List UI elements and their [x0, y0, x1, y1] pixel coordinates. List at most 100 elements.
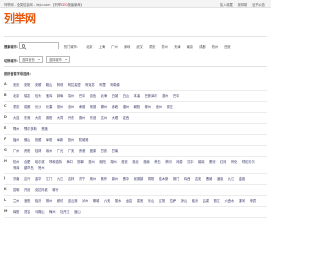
city-link[interactable]: 葫芦岛 [24, 165, 34, 171]
city-link[interactable]: 广元 [57, 148, 63, 154]
city-link[interactable]: 固原 [90, 148, 96, 154]
hot-city-link[interactable]: 西安 [224, 45, 230, 49]
ceo-link[interactable]: CEO [61, 3, 68, 7]
city-link[interactable]: 淮安 [121, 159, 127, 165]
city-link[interactable]: 丽江 [214, 198, 220, 204]
city-link[interactable]: 鞍山 [46, 82, 52, 88]
hot-city-link[interactable]: 北京 [86, 45, 92, 49]
city-link[interactable]: 大庆 [35, 115, 41, 121]
city-link[interactable]: 廊坊 [57, 198, 63, 204]
city-link[interactable]: 酒泉 [217, 176, 223, 182]
city-link[interactable]: 黄石 [154, 159, 160, 165]
city-select[interactable]: 选择城市 [46, 56, 70, 63]
city-link[interactable]: 湖州 [110, 159, 116, 165]
city-link[interactable]: 沧州 [68, 104, 74, 110]
city-link[interactable]: 九江 [57, 176, 63, 182]
city-link[interactable]: 洛阳 [24, 198, 30, 204]
city-link[interactable]: 滨州 [162, 93, 168, 99]
city-link[interactable]: 龙岩 [126, 198, 132, 204]
city-link[interactable]: 达州 [101, 115, 107, 121]
city-link[interactable]: 金华 [35, 176, 41, 182]
city-link[interactable]: 黄冈 [165, 159, 171, 165]
city-link[interactable]: 巴彦淖尔 [145, 93, 158, 99]
city-link[interactable]: 阿里 [99, 82, 105, 88]
city-link[interactable]: 东莞 [24, 115, 30, 121]
city-link[interactable]: 眉山 [74, 209, 80, 215]
city-link[interactable]: 聊城 [93, 198, 99, 204]
city-link[interactable]: 大同 [57, 115, 63, 121]
city-search-input[interactable] [26, 43, 58, 49]
city-link[interactable]: 嘉兴 [24, 176, 30, 182]
city-link[interactable]: 长沙 [35, 104, 41, 110]
city-link[interactable]: 临汾 [192, 198, 198, 204]
city-link[interactable]: 甘孜 [101, 148, 107, 154]
certificate-link[interactable]: 证书公告 [252, 3, 265, 7]
city-link[interactable]: 济南 [13, 176, 19, 182]
city-link[interactable]: 池州 [156, 104, 162, 110]
city-link[interactable]: 甘南 [112, 148, 118, 154]
city-link[interactable]: 呼伦贝尔 [242, 159, 255, 165]
city-link[interactable]: 淮南 [143, 159, 149, 165]
city-link[interactable]: 承德 [79, 104, 85, 110]
city-link[interactable]: 连云港 [68, 198, 78, 204]
city-link[interactable]: 黑河 [209, 159, 215, 165]
hot-city-link[interactable]: 重庆 [149, 45, 155, 49]
city-link[interactable]: 郴州 [101, 104, 107, 110]
help-link[interactable]: 找帮助 [238, 3, 248, 7]
city-link[interactable]: 安庆 [13, 82, 19, 88]
city-link[interactable]: 惠州 [88, 159, 94, 165]
city-link[interactable]: 百色 [90, 93, 96, 99]
city-link[interactable]: 辽阳 [159, 198, 165, 204]
city-link[interactable]: 宝鸡 [46, 93, 52, 99]
city-link[interactable]: 包头 [35, 93, 41, 99]
city-link[interactable]: 本溪 [134, 93, 140, 99]
city-link[interactable]: 亳州 [68, 93, 74, 99]
city-link[interactable]: 北京 [13, 93, 19, 99]
city-link[interactable]: 赣州 [46, 148, 52, 154]
city-link[interactable]: 泸州 [82, 198, 88, 204]
city-link[interactable]: 抚顺 [35, 137, 41, 143]
city-link[interactable]: 抚州 [68, 137, 74, 143]
hot-city-link[interactable]: 广州 [111, 45, 117, 49]
city-link[interactable]: 马鞍山 [35, 209, 45, 215]
city-link[interactable]: 乐山 [148, 198, 154, 204]
city-link[interactable]: 绵阳 [13, 209, 19, 215]
city-link[interactable]: 重庆 [13, 104, 19, 110]
province-select[interactable]: 选择省份 [19, 56, 43, 63]
city-link[interactable]: 呼和浩特 [49, 159, 62, 165]
city-link[interactable]: 海口 [66, 159, 72, 165]
city-link[interactable]: 桂林 [35, 148, 41, 154]
city-link[interactable]: 九江 [228, 176, 234, 182]
city-link[interactable]: 崇左 [167, 104, 173, 110]
city-link[interactable]: 锦州 [112, 176, 118, 182]
city-link[interactable]: 白城 [112, 93, 118, 99]
city-link[interactable]: 邯郸 [77, 159, 83, 165]
hot-city-link[interactable]: 南京 [187, 45, 193, 49]
city-link[interactable]: 荆州 [90, 176, 96, 182]
city-link[interactable]: 鹤岗 [198, 159, 204, 165]
city-link[interactable]: 广安 [68, 148, 74, 154]
city-link[interactable]: 安顺 [35, 82, 41, 88]
hot-city-link[interactable]: 天津 [174, 45, 180, 49]
city-link[interactable]: 定西 [123, 115, 129, 121]
hot-city-link[interactable]: 深圳 [124, 45, 130, 49]
hot-city-link[interactable]: 苏州 [162, 45, 168, 49]
city-link[interactable]: 贺州 [38, 165, 44, 171]
city-link[interactable]: 凉山 [181, 198, 187, 204]
city-link[interactable]: 漯河 [239, 198, 245, 204]
city-link[interactable]: 茂名 [24, 209, 30, 215]
city-link[interactable]: 汉中 [187, 159, 193, 165]
city-link[interactable]: 鄂州 [13, 126, 19, 132]
city-link[interactable]: 丽水 [115, 198, 121, 204]
city-link[interactable]: 淮北 [132, 159, 138, 165]
city-link[interactable]: 衡阳 [99, 159, 105, 165]
city-link[interactable]: 长春 [46, 104, 52, 110]
city-link[interactable]: 阿拉善盟 [68, 82, 81, 88]
site-logo[interactable]: 列举网 www.lieju.com [4, 10, 38, 25]
city-link[interactable]: 广州 [13, 148, 19, 154]
city-link[interactable]: 荆门 [173, 176, 179, 182]
city-link[interactable]: 北海 [101, 93, 107, 99]
city-link[interactable]: 德州 [79, 115, 85, 121]
city-link[interactable]: 江门 [46, 176, 52, 182]
city-link[interactable]: 滁州 [145, 104, 151, 110]
